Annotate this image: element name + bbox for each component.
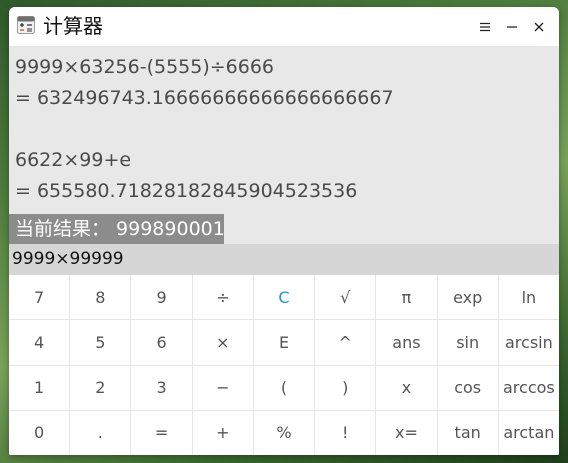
key-decimal[interactable]: .	[70, 410, 131, 455]
close-button[interactable]	[527, 15, 551, 39]
key-arctan[interactable]: arctan	[498, 410, 559, 455]
key-open-paren[interactable]: (	[253, 365, 315, 410]
key-exp[interactable]: exp	[437, 275, 498, 320]
key-8[interactable]: 8	[70, 275, 131, 320]
history-expression: 9999×63256-(5555)÷6666	[15, 56, 275, 78]
expression-input[interactable]: 9999×99999	[9, 244, 559, 275]
title-bar: 计算器	[9, 7, 559, 46]
key-3[interactable]: 3	[131, 365, 192, 410]
key-divide[interactable]: ÷	[192, 275, 253, 320]
key-tan[interactable]: tan	[437, 410, 498, 455]
keypad: 7 8 9 ÷ C √ π exp ln 4 5 6 × E ^ ans sin…	[9, 275, 559, 455]
key-7[interactable]: 7	[9, 275, 70, 320]
minimize-icon	[506, 18, 518, 37]
key-arccos[interactable]: arccos	[498, 365, 559, 410]
key-e[interactable]: E	[253, 320, 315, 365]
history-expression: 6622×99+e	[15, 149, 132, 171]
key-minus[interactable]: −	[192, 365, 253, 410]
window-title: 计算器	[43, 14, 103, 38]
minimize-button[interactable]	[500, 15, 524, 39]
history-display: 9999×63256-(5555)÷6666 = 632496743.16666…	[9, 46, 559, 244]
key-cos[interactable]: cos	[437, 365, 498, 410]
key-5[interactable]: 5	[70, 320, 131, 365]
key-2[interactable]: 2	[70, 365, 131, 410]
key-factorial[interactable]: !	[315, 410, 376, 455]
key-9[interactable]: 9	[131, 275, 192, 320]
menu-button[interactable]	[473, 15, 497, 39]
close-icon	[533, 18, 545, 37]
key-pi[interactable]: π	[376, 275, 437, 320]
key-sqrt[interactable]: √	[315, 275, 376, 320]
key-x[interactable]: x	[376, 365, 437, 410]
key-arcsin[interactable]: arcsin	[498, 320, 559, 365]
history-result: = 632496743.16666666666666666667	[15, 87, 394, 109]
key-x-equals[interactable]: x=	[376, 410, 437, 455]
key-close-paren[interactable]: )	[315, 365, 376, 410]
key-ln[interactable]: ln	[498, 275, 559, 320]
key-1[interactable]: 1	[9, 365, 70, 410]
calculator-window: 计算器 9999×63256-(5555)÷6666 = 632496743.1…	[9, 7, 559, 455]
key-multiply[interactable]: ×	[192, 320, 253, 365]
hamburger-menu-icon	[479, 18, 491, 37]
key-ans[interactable]: ans	[376, 320, 437, 365]
key-plus[interactable]: +	[192, 410, 253, 455]
key-6[interactable]: 6	[131, 320, 192, 365]
key-equals[interactable]: =	[131, 410, 192, 455]
current-result: 当前结果： 999890001	[9, 214, 225, 244]
calculator-icon	[17, 16, 35, 34]
key-sin[interactable]: sin	[437, 320, 498, 365]
key-percent[interactable]: %	[253, 410, 315, 455]
history-result: = 655580.71828182845904523536	[15, 180, 358, 202]
key-4[interactable]: 4	[9, 320, 70, 365]
key-clear[interactable]: C	[253, 275, 315, 320]
key-0[interactable]: 0	[9, 410, 70, 455]
key-power[interactable]: ^	[315, 320, 376, 365]
